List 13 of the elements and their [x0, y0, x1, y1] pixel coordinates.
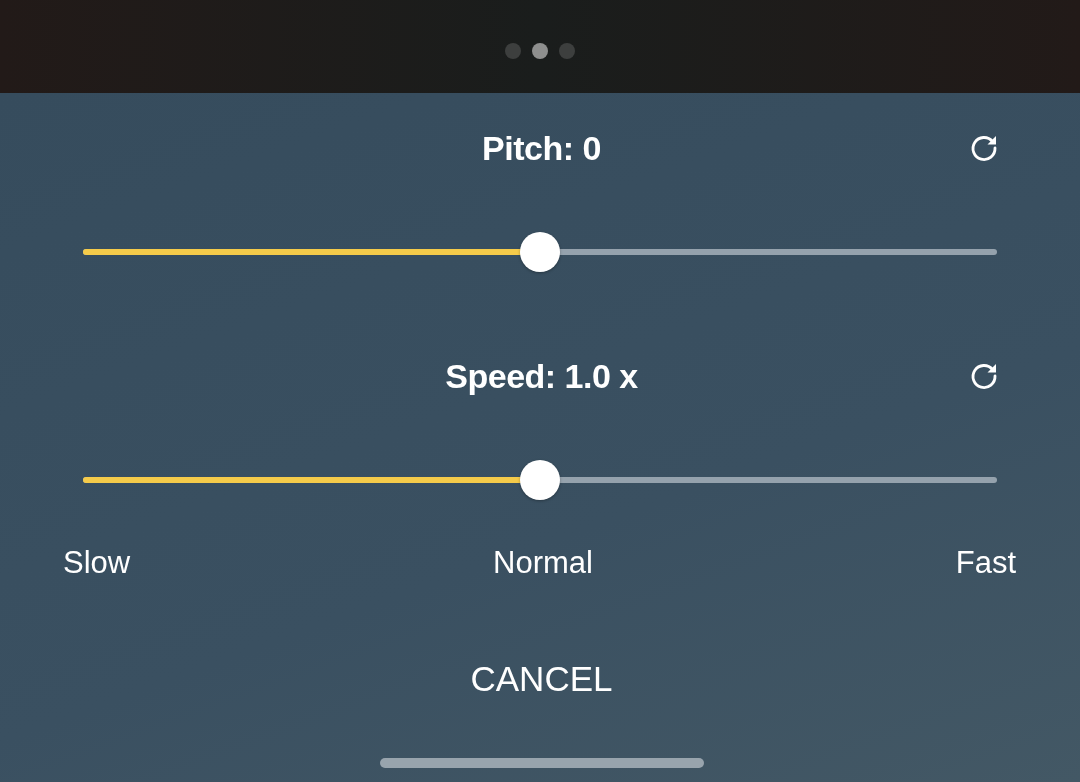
- speed-label: Fast: [955, 545, 1016, 581]
- page-dot[interactable]: [559, 42, 575, 59]
- slider[interactable]: [83, 460, 997, 500]
- speed-label: Slow: [63, 545, 131, 581]
- page-dot[interactable]: [532, 42, 548, 59]
- slider-thumb[interactable]: [520, 232, 560, 272]
- slider-thumb[interactable]: [520, 460, 560, 500]
- slider-title: Speed: 1.0 x: [445, 356, 638, 396]
- slider[interactable]: [83, 232, 997, 272]
- speed-label: Normal: [493, 545, 593, 581]
- page-dot[interactable]: [505, 42, 521, 59]
- slider-title: Pitch: 0: [482, 128, 601, 168]
- cancel-button[interactable]: CANCEL: [464, 654, 619, 704]
